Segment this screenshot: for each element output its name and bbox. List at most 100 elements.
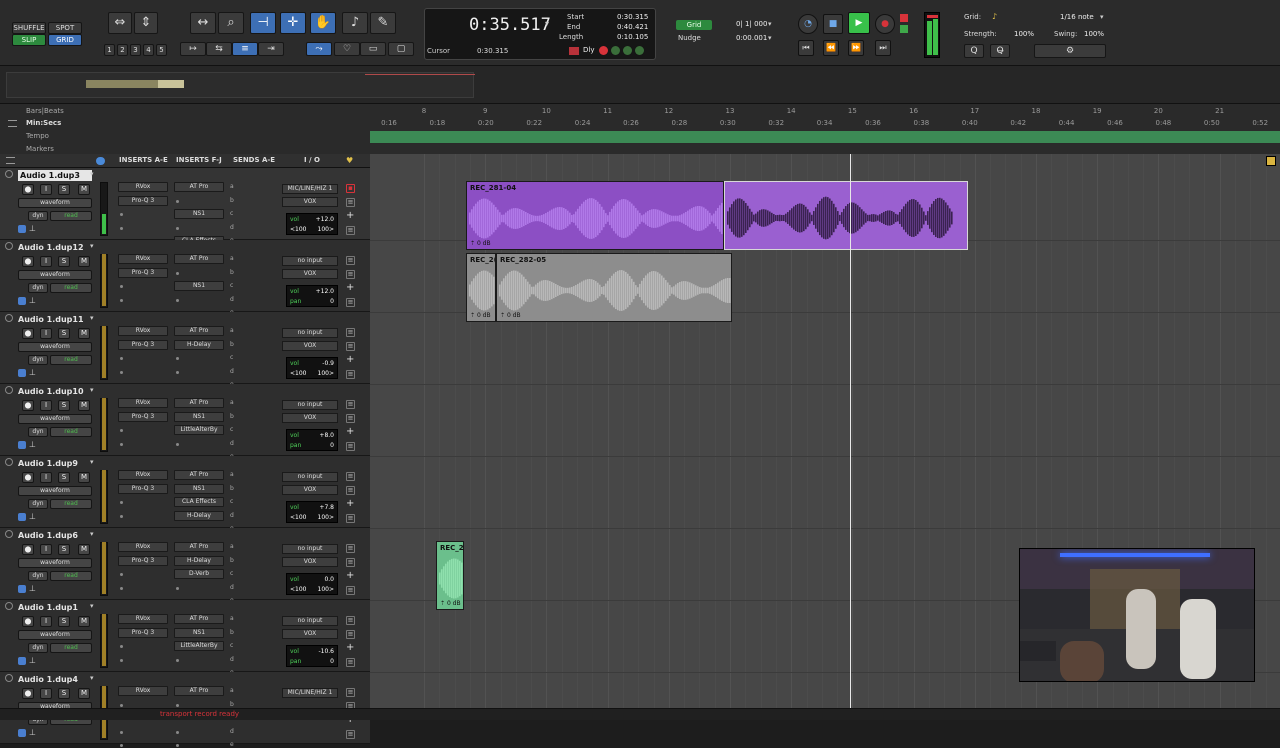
empty-insert-slot[interactable] xyxy=(176,703,179,707)
vol-value[interactable]: +7.8 xyxy=(319,503,334,513)
track-name[interactable]: Audio 1.dup10 xyxy=(18,386,92,397)
insert-slot[interactable]: H-Delay xyxy=(174,510,224,521)
empty-insert-slot[interactable] xyxy=(120,357,123,360)
main-counter-value[interactable]: 0:35.517 xyxy=(469,15,551,35)
insert-slot[interactable]: CLA Effects xyxy=(174,497,224,507)
solo-button[interactable]: S xyxy=(58,184,70,195)
track-name[interactable]: Audio 1.dup4 xyxy=(18,674,92,685)
send-slot-label[interactable]: e xyxy=(230,741,234,748)
add-send-icon[interactable]: + xyxy=(346,210,354,221)
insert-slot[interactable]: AT Pro xyxy=(174,182,224,192)
scroll-corner-icon[interactable] xyxy=(1266,156,1276,166)
solo-button[interactable]: S xyxy=(58,544,70,555)
track-height-icon[interactable]: ⊥ xyxy=(29,728,36,737)
input-monitor-button[interactable]: I xyxy=(40,472,52,483)
view-selector[interactable]: waveform xyxy=(18,414,92,424)
insert-slot[interactable]: NS1 xyxy=(174,411,224,422)
send-slot-label[interactable]: a xyxy=(230,399,234,406)
volume-pan-display[interactable]: vol -10.6 pan 0 xyxy=(286,645,338,667)
empty-insert-slot[interactable] xyxy=(176,271,179,275)
playlist-dyn[interactable]: dyn xyxy=(28,211,48,221)
input-monitor-button[interactable]: I xyxy=(40,400,52,411)
track-name-dropdown-icon[interactable]: ▾ xyxy=(90,530,94,538)
send-slot-label[interactable]: d xyxy=(230,368,234,375)
pre-roll-icon[interactable] xyxy=(569,47,579,55)
fast-forward-icon[interactable]: ⏩ xyxy=(848,40,864,56)
quantize-grid-value[interactable]: 1/16 note xyxy=(1060,13,1094,21)
bars-ruler[interactable]: 8 9 10 11 12 13 14 15 16 17 18 19 20 21 xyxy=(370,107,1280,119)
start-value[interactable]: 0:30.315 xyxy=(617,13,648,21)
send-slot-label[interactable]: c xyxy=(230,642,233,649)
trim-tool-icon[interactable]: ⊣ xyxy=(250,12,276,34)
zoom-preset-4[interactable]: 4 xyxy=(143,44,154,56)
view-selector[interactable]: waveform xyxy=(18,558,92,568)
grid-value[interactable]: 0| 1| 000 xyxy=(736,20,767,28)
insert-slot[interactable]: RVox xyxy=(118,542,168,552)
markers-ruler-label[interactable]: Markers xyxy=(26,145,54,153)
record-arm-button[interactable]: ⬤ xyxy=(22,616,34,627)
send-slot-label[interactable]: a xyxy=(230,183,234,190)
empty-insert-slot[interactable] xyxy=(120,645,123,648)
send-slot-label[interactable]: d xyxy=(230,584,234,591)
input-record-icon[interactable]: ▪ xyxy=(346,184,355,193)
send-slot-label[interactable]: a xyxy=(230,327,234,334)
grid-dropdown-icon[interactable]: ▾ xyxy=(768,20,772,28)
insert-slot[interactable]: Pro-Q 3 xyxy=(118,483,168,494)
insert-slot[interactable]: Pro-Q 3 xyxy=(118,195,168,206)
list-icon[interactable]: ≡ xyxy=(346,688,355,697)
list-icon[interactable]: ≡ xyxy=(346,558,355,567)
magnify-icon[interactable]: ⌕ xyxy=(218,12,244,34)
mute-button[interactable]: M xyxy=(78,616,90,627)
empty-insert-slot[interactable] xyxy=(120,370,123,374)
insert-slot[interactable]: RVox xyxy=(118,254,168,264)
screen-icon[interactable]: ▢ xyxy=(388,42,414,56)
go-to-end-icon[interactable]: ⏭ xyxy=(875,40,891,56)
playlist-dyn[interactable]: dyn xyxy=(28,499,48,509)
record-arm-button[interactable]: ⬤ xyxy=(22,400,34,411)
input-selector[interactable]: no input xyxy=(282,544,338,554)
mirror-midi-icon[interactable]: ♡ xyxy=(334,42,360,56)
audio-clip[interactable]: REC_2 ⇡ 0 dB xyxy=(436,541,464,610)
track-options-icon[interactable] xyxy=(5,530,13,538)
input-selector[interactable]: no input xyxy=(282,328,338,338)
mute-button[interactable]: M xyxy=(78,184,90,195)
empty-insert-slot[interactable] xyxy=(120,442,123,446)
send-slot-label[interactable]: c xyxy=(230,570,233,577)
insert-slot[interactable]: Pro-Q 3 xyxy=(118,627,168,638)
add-send-icon[interactable]: + xyxy=(346,354,354,365)
insertion-follows-icon[interactable]: ⇥ xyxy=(258,42,284,56)
rewind-icon[interactable]: ⏪ xyxy=(823,40,839,56)
end-value[interactable]: 0:40.421 xyxy=(617,23,648,31)
automation-mode[interactable]: read xyxy=(50,283,92,293)
counter-dropdown-icon[interactable]: ▾ xyxy=(545,19,549,28)
vol-value[interactable]: +8.0 xyxy=(319,431,334,441)
return-to-zero-icon[interactable]: ⏮ xyxy=(798,40,814,56)
empty-insert-slot[interactable] xyxy=(120,658,123,662)
view-selector[interactable]: waveform xyxy=(18,198,92,208)
track-name[interactable]: Audio 1.dup11 xyxy=(18,314,92,325)
zoom-preset-1[interactable]: 1 xyxy=(104,44,115,56)
punch-icon[interactable] xyxy=(623,46,632,55)
min-secs-ruler[interactable]: 0:16 0:18 0:20 0:22 0:24 0:26 0:28 0:30 0:32 0:34… xyxy=(370,119,1280,131)
send-slot-label[interactable]: b xyxy=(230,701,234,708)
zoom-preset-2[interactable]: 2 xyxy=(117,44,128,56)
vol-value[interactable]: +12.0 xyxy=(316,287,334,297)
clip-gain[interactable]: ⇡ 0 dB xyxy=(500,312,521,319)
list-icon[interactable]: ≡ xyxy=(346,270,355,279)
quantize-dropdown-icon[interactable]: ▾ xyxy=(1100,13,1104,21)
input-selector[interactable]: MIC/LINE/HIZ 1 xyxy=(282,688,338,698)
track-height-icon[interactable]: ⊥ xyxy=(29,368,36,377)
add-send-icon[interactable]: + xyxy=(346,426,354,437)
insert-slot[interactable]: H-Delay xyxy=(174,339,224,350)
mute-button[interactable]: M xyxy=(78,688,90,699)
playhead[interactable] xyxy=(850,154,851,708)
input-selector[interactable]: no input xyxy=(282,472,338,482)
insert-slot[interactable]: RVox xyxy=(118,398,168,408)
playlist-dyn[interactable]: dyn xyxy=(28,643,48,653)
list-icon[interactable]: ≡ xyxy=(346,730,355,739)
output-selector[interactable]: VOX xyxy=(282,557,338,567)
list-icon[interactable]: ≡ xyxy=(346,298,355,307)
input-monitor-button[interactable]: I xyxy=(40,688,52,699)
slip-mode-button[interactable]: SLIP xyxy=(12,34,46,46)
grabber-hand-icon[interactable]: ✋ xyxy=(310,12,336,34)
